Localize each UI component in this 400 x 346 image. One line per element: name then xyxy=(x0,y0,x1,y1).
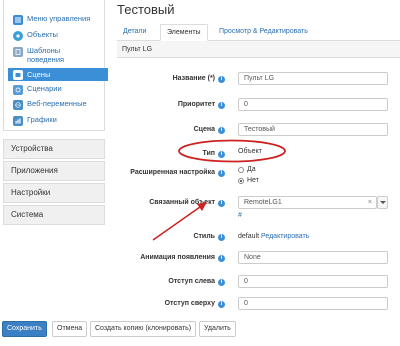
linked-object-select[interactable]: RemoteLG1 × xyxy=(238,196,377,209)
sidebar-item-scenes[interactable]: Сцены xyxy=(8,68,108,81)
sidebar-item-label: Сценарии xyxy=(27,84,62,93)
radio-circle[interactable] xyxy=(238,166,244,173)
scene-label-text: Сцена xyxy=(193,126,215,133)
sidebar-item-label: Сцены xyxy=(27,70,51,79)
info-icon[interactable]: i xyxy=(218,279,225,286)
section-devices[interactable]: Устройства xyxy=(3,139,105,159)
name-label-text: Название (*) xyxy=(172,75,215,82)
clone-button[interactable]: Создать копию (клонировать) xyxy=(90,321,197,337)
advanced-yes-radio[interactable]: Да xyxy=(238,166,256,173)
linked-object-value: RemoteLG1 xyxy=(244,199,282,206)
advanced-yes-label: Да xyxy=(247,166,256,173)
sidebar-item-label: Веб-переменные xyxy=(27,99,87,108)
sidebar-item-control-menu[interactable]: Меню управления xyxy=(13,14,90,27)
clear-icon[interactable]: × xyxy=(368,197,372,208)
sidebar: Меню управления Объекты Шаблоны поведени… xyxy=(0,0,108,346)
priority-label: Приоритет i xyxy=(178,101,225,109)
info-icon[interactable]: i xyxy=(218,170,225,177)
scene-label: Сцена i xyxy=(194,126,225,134)
charts-icon xyxy=(13,116,23,126)
tab-preview-edit[interactable]: Просмотр & Редактировать xyxy=(213,24,314,41)
offset-top-input[interactable]: 0 xyxy=(238,297,388,310)
sidebar-item-label: Графики xyxy=(27,115,57,124)
scenes-icon xyxy=(13,69,23,80)
style-label-text: Стиль xyxy=(193,233,215,240)
name-label: Название (*) i xyxy=(173,75,225,83)
chevron-down-icon xyxy=(380,201,386,204)
sidebar-item-label: Объекты xyxy=(27,30,58,39)
sidebar-item-templates[interactable]: Шаблоны поведения xyxy=(13,46,64,68)
type-value: Объект xyxy=(238,148,262,155)
animation-label-text: Анимация появления xyxy=(140,254,215,261)
sidebar-item-label: Шаблоны xyxy=(27,46,61,55)
section-settings[interactable]: Настройки xyxy=(3,183,105,203)
tab-details[interactable]: Детали xyxy=(117,24,152,41)
advanced-label-text: Расширенная настройка xyxy=(130,169,215,176)
info-icon[interactable]: i xyxy=(218,200,225,207)
info-icon[interactable]: i xyxy=(218,102,225,109)
sidebar-item-web-vars[interactable]: Веб-переменные xyxy=(13,99,87,112)
sidebar-item-label-group: Шаблоны поведения xyxy=(27,46,64,64)
sidebar-menu: Меню управления Объекты Шаблоны поведени… xyxy=(3,0,108,131)
tab-elements[interactable]: Элементы xyxy=(160,24,208,41)
type-label: Тип i xyxy=(202,150,225,158)
scene-select[interactable]: Тестовый xyxy=(238,123,388,136)
info-icon[interactable]: i xyxy=(218,151,225,158)
offset-left-label-text: Отступ слева xyxy=(168,278,215,285)
dropdown-toggle-button[interactable] xyxy=(377,196,388,209)
info-icon[interactable]: i xyxy=(218,76,225,83)
info-icon[interactable]: i xyxy=(218,127,225,134)
list-icon xyxy=(13,15,23,25)
cancel-button[interactable]: Отмена xyxy=(52,321,88,337)
style-label: Стиль i xyxy=(193,233,225,241)
offset-top-label-text: Отступ сверху xyxy=(164,300,215,307)
sidebar-item-label: Меню управления xyxy=(27,14,91,23)
offset-left-input[interactable]: 0 xyxy=(238,275,388,288)
animation-select[interactable]: None xyxy=(238,251,388,264)
advanced-label: Расширенная настройка i xyxy=(130,169,225,177)
panel-title: Пульт LG xyxy=(117,41,400,58)
sidebar-item-objects[interactable]: Объекты xyxy=(13,30,58,43)
sidebar-item-charts[interactable]: Графики xyxy=(13,115,57,128)
type-label-text: Тип xyxy=(202,150,215,157)
advanced-no-radio[interactable]: Нет xyxy=(238,177,259,184)
annotation-ellipse xyxy=(178,139,286,163)
priority-label-text: Приоритет xyxy=(177,101,215,108)
objects-icon xyxy=(13,31,23,41)
templates-icon xyxy=(13,47,23,57)
sidebar-item-scripts[interactable]: Сценарии xyxy=(13,84,62,97)
section-apps[interactable]: Приложения xyxy=(3,161,105,181)
style-value: default xyxy=(238,233,260,240)
web-vars-icon xyxy=(13,100,23,110)
info-icon[interactable]: i xyxy=(218,255,225,262)
animation-label: Анимация появления i xyxy=(140,254,225,262)
offset-left-label: Отступ слева i xyxy=(168,278,225,286)
advanced-no-label: Нет xyxy=(247,177,259,184)
info-icon[interactable]: i xyxy=(218,301,225,308)
delete-button[interactable]: Удалить xyxy=(199,321,236,337)
priority-input[interactable]: 0 xyxy=(238,98,388,111)
app-root: Меню управления Объекты Шаблоны поведени… xyxy=(0,0,400,346)
linked-object-link[interactable]: # xyxy=(238,212,242,219)
tab-bar: Детали Элементы Просмотр & Редактировать xyxy=(117,24,400,41)
radio-circle-selected[interactable] xyxy=(238,177,244,184)
style-value-group: default Редактировать xyxy=(238,233,309,240)
page-title: Тестовый xyxy=(117,2,175,17)
save-button[interactable]: Сохранить xyxy=(2,321,47,337)
sidebar-item-label-line2: поведения xyxy=(27,55,65,64)
style-edit-link[interactable]: Редактировать xyxy=(261,233,309,240)
offset-top-label: Отступ сверху i xyxy=(165,300,225,308)
scripts-icon xyxy=(13,85,23,95)
linked-object-label: Связанный объект i xyxy=(149,199,225,207)
name-input[interactable]: Пульт LG xyxy=(238,72,388,85)
section-system[interactable]: Система xyxy=(3,205,105,225)
info-icon[interactable]: i xyxy=(218,234,225,241)
linked-object-label-text: Связанный объект xyxy=(149,199,215,206)
